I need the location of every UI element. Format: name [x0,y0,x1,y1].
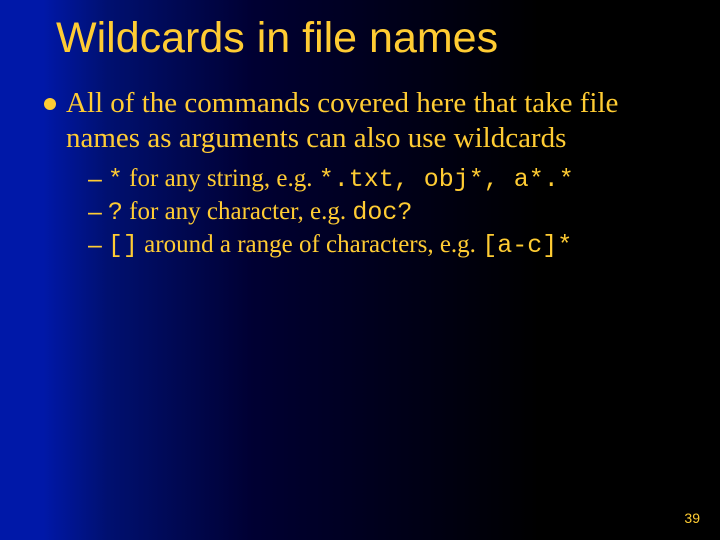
page-number: 39 [684,510,700,526]
bullet-disc-icon [44,98,56,110]
code-span: * [108,165,123,194]
text-span: for any character, e.g. [123,198,352,225]
text-span: around a range of characters, e.g. [138,231,482,258]
slide: Wildcards in file names All of the comma… [0,0,720,540]
sub-bullet-text: [] around a range of characters, e.g. [a… [108,229,572,262]
code-span: doc? [352,198,412,227]
slide-body: All of the commands covered here that ta… [44,86,698,262]
bullet-item: All of the commands covered here that ta… [44,86,698,157]
slide-title: Wildcards in file names [56,14,690,63]
dash-icon: – [88,196,102,228]
sub-bullet-item: – * for any string, e.g. *.txt, obj*, a*… [88,163,698,196]
dash-icon: – [88,229,102,261]
sub-bullet-item: – [] around a range of characters, e.g. … [88,229,698,262]
code-span: [] [108,231,138,260]
code-span: *.txt, obj*, a*.* [319,165,574,194]
text-span: for any string, e.g. [123,165,319,192]
sub-bullet-text: * for any string, e.g. *.txt, obj*, a*.* [108,163,574,196]
sub-bullet-item: – ? for any character, e.g. doc? [88,196,698,229]
code-span: ? [108,198,123,227]
sub-bullet-list: – * for any string, e.g. *.txt, obj*, a*… [88,163,698,262]
sub-bullet-text: ? for any character, e.g. doc? [108,196,412,229]
dash-icon: – [88,163,102,195]
code-span: [a-c]* [482,231,572,260]
bullet-text: All of the commands covered here that ta… [66,86,698,157]
